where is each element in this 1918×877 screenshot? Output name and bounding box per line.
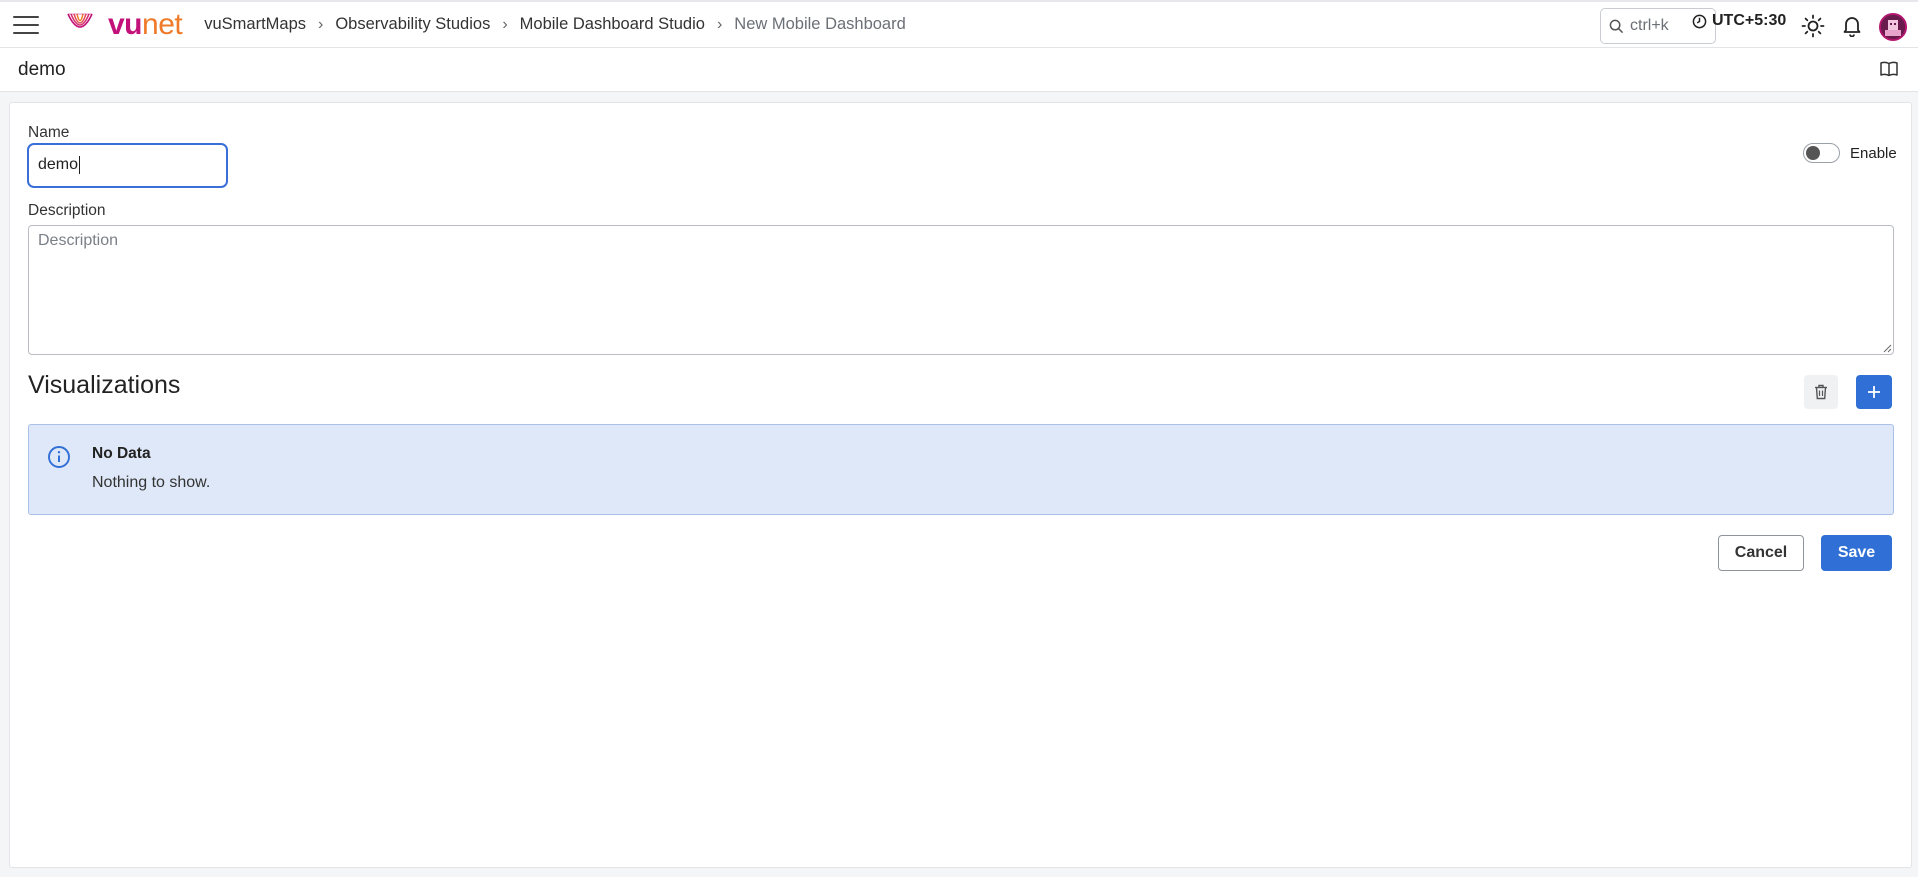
top-navbar: vunet vuSmartMaps › Observability Studio… xyxy=(0,0,1918,48)
name-input-value: demo xyxy=(38,156,81,174)
no-data-title: No Data xyxy=(92,445,151,462)
avatar-image-icon xyxy=(1881,15,1905,39)
visualizations-heading: Visualizations xyxy=(28,371,181,399)
description-label: Description xyxy=(28,202,106,219)
description-textarea[interactable] xyxy=(28,225,1894,355)
notifications-button[interactable] xyxy=(1840,13,1864,39)
menu-icon[interactable] xyxy=(13,15,39,34)
breadcrumb-mobile-dashboard-studio[interactable]: Mobile Dashboard Studio xyxy=(520,15,705,34)
clock-icon xyxy=(1692,14,1707,28)
resize-handle-icon[interactable] xyxy=(1882,343,1892,353)
timezone-selector[interactable]: UTC+5:30 xyxy=(1692,12,1786,30)
user-avatar[interactable] xyxy=(1879,13,1907,41)
chevron-right-icon: › xyxy=(716,15,723,33)
breadcrumb-observability-studios[interactable]: Observability Studios xyxy=(335,15,490,34)
toggle-knob xyxy=(1806,146,1820,160)
bell-icon xyxy=(1843,17,1861,37)
delete-visualization-button[interactable] xyxy=(1804,375,1838,409)
vunet-logo-text[interactable]: vunet xyxy=(108,7,183,41)
no-data-message: Nothing to show. xyxy=(92,474,211,491)
page-header: demo xyxy=(0,48,1918,92)
plus-icon xyxy=(1868,386,1880,398)
search-icon xyxy=(1609,19,1624,33)
documentation-book-icon[interactable] xyxy=(1880,61,1898,77)
enable-toggle[interactable] xyxy=(1803,143,1840,163)
page-title: demo xyxy=(18,58,66,80)
breadcrumb-new-mobile-dashboard: New Mobile Dashboard xyxy=(734,15,906,33)
search-shortcut-hint: ctrl+k xyxy=(1630,17,1669,34)
sun-icon xyxy=(1801,14,1825,38)
chevron-right-icon: › xyxy=(318,15,324,33)
name-value-text: demo xyxy=(38,156,79,174)
cancel-button[interactable]: Cancel xyxy=(1718,535,1804,571)
timezone-label: UTC+5:30 xyxy=(1712,12,1787,29)
name-label: Name xyxy=(28,124,70,141)
enable-label: Enable xyxy=(1850,145,1897,162)
breadcrumb: vuSmartMaps › Observability Studios › Mo… xyxy=(204,15,906,34)
breadcrumb-vusmartmaps[interactable]: vuSmartMaps xyxy=(204,15,306,34)
dashboard-form-card: Name demo Enable Description Visualizati… xyxy=(9,102,1912,868)
no-data-alert: No Data Nothing to show. xyxy=(28,424,1894,515)
add-visualization-button[interactable] xyxy=(1856,375,1892,409)
info-icon xyxy=(48,446,70,468)
trash-icon xyxy=(1815,384,1827,400)
text-caret xyxy=(79,156,81,174)
vunet-logo-icon[interactable] xyxy=(66,10,94,40)
theme-toggle-button[interactable] xyxy=(1800,13,1826,39)
logo-text-vu: vu xyxy=(108,7,143,41)
logo-text-net: net xyxy=(142,7,183,41)
chevron-right-icon: › xyxy=(502,15,508,33)
save-button[interactable]: Save xyxy=(1821,535,1892,571)
